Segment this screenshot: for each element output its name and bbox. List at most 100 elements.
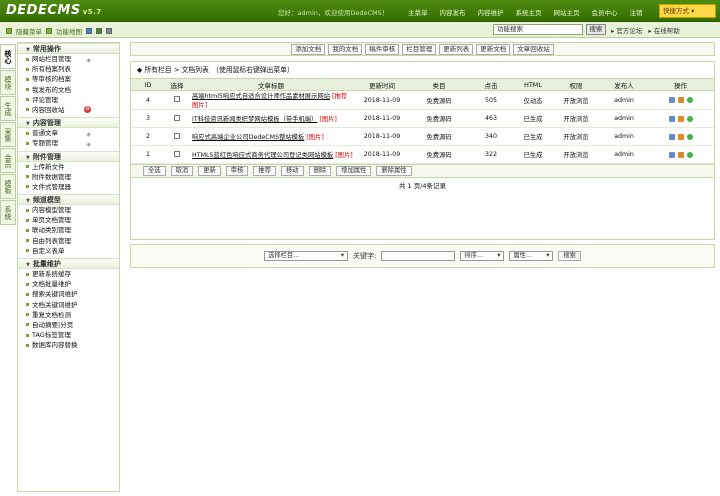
func-map-link[interactable]: 功能地图 [56, 26, 82, 36]
nav-system-home[interactable]: 系统主页 [510, 7, 548, 17]
row-checkbox[interactable] [174, 114, 180, 121]
cell-category[interactable]: 免费源码 [411, 145, 467, 164]
article-recycle-button[interactable]: 文章回收站 [513, 43, 554, 55]
edit-properties-icon[interactable] [668, 97, 675, 103]
move-button[interactable]: 移动 [280, 166, 304, 176]
nav-content-publish[interactable]: 内容发布 [434, 7, 472, 17]
hide-menu-link[interactable]: 隐藏菜单 [16, 26, 42, 36]
doc-title-link[interactable]: HTML5蓝红色响应式商务代理公司登记类网站模板 [192, 152, 333, 159]
menu-item-attach-data[interactable]: 附件数据管理 [18, 172, 119, 182]
doc-search-button[interactable]: 搜索 [558, 251, 581, 261]
menu-item-auto-summary[interactable]: 自动摘要|分页 [18, 320, 119, 330]
cell-category[interactable]: 免费源码 [411, 109, 467, 128]
edit-properties-icon[interactable] [668, 115, 675, 122]
update-docs-button[interactable]: 更新文档 [476, 43, 511, 55]
tab-members[interactable]: 会员 [0, 148, 16, 173]
official-forum-link[interactable]: ▸ 官方论坛 [611, 25, 642, 35]
menu-item-articles[interactable]: 普通文章 ◈ [18, 128, 119, 138]
section-header-batch[interactable]: ▼ 批量维护 [18, 258, 119, 269]
func-map-icon[interactable] [46, 28, 52, 34]
skin-blue-icon[interactable] [86, 28, 92, 34]
add-doc-button[interactable]: 添加文档 [291, 43, 326, 55]
cancel-select-button[interactable]: 取消 [170, 166, 194, 176]
view-icon[interactable] [686, 133, 693, 140]
tab-collect[interactable]: 采集 [0, 122, 16, 147]
menu-item-batch-docs[interactable]: 文档批量维护 [18, 279, 119, 289]
section-header-attachments[interactable]: ▼ 附件管理 [18, 150, 119, 162]
quick-menu-button[interactable]: 快捷方式 ▾ [659, 4, 716, 18]
menu-item-db-replace[interactable]: 数据库内容替换 [18, 340, 119, 350]
nav-site-home[interactable]: 网站主页 [548, 7, 586, 17]
edit-icon[interactable] [677, 97, 684, 103]
menu-item-comments[interactable]: 评论管理 [18, 95, 119, 105]
menu-item-specials[interactable]: 专题管理 ◈ [18, 138, 119, 148]
menu-item-free-lists[interactable]: 自由列表管理 [18, 236, 119, 246]
nav-content-maintain[interactable]: 内容维护 [472, 7, 510, 17]
row-checkbox[interactable] [174, 132, 180, 139]
delete-button[interactable]: 删除 [308, 166, 332, 176]
update-list-button[interactable]: 更新列表 [439, 43, 474, 55]
section-header-content[interactable]: ▼ 内容管理 [18, 117, 119, 129]
edit-properties-icon[interactable] [668, 133, 675, 140]
menu-item-tag-manager[interactable]: TAG标签管理 [18, 330, 119, 340]
menu-item-file-manager[interactable]: 文件式管理器 [18, 182, 119, 192]
add-attribute-button[interactable]: 增加属性 [336, 166, 372, 176]
menu-item-custom-forms[interactable]: 自定义表单 [18, 246, 119, 256]
row-checkbox[interactable] [174, 96, 180, 102]
edit-icon[interactable] [677, 115, 684, 122]
remove-attribute-button[interactable]: 删除属性 [376, 166, 412, 176]
row-checkbox[interactable] [174, 150, 180, 157]
review-batch-button[interactable]: 审核 [225, 166, 249, 176]
tab-system[interactable]: 系统 [0, 200, 16, 225]
menu-item-update-cache[interactable]: 更新系统缓存 [18, 269, 119, 279]
update-button[interactable]: 更新 [198, 166, 221, 176]
skin-gray-icon[interactable] [106, 28, 112, 34]
menu-item-columns[interactable]: 网站栏目管理 ◈ [18, 54, 119, 64]
recommend-button[interactable]: 推荐 [253, 166, 276, 176]
edit-icon[interactable] [677, 151, 684, 158]
edit-properties-icon[interactable] [668, 151, 675, 158]
official-forum-label[interactable]: 官方论坛 [616, 27, 642, 35]
keyword-input[interactable] [381, 251, 456, 261]
tab-templates[interactable]: 模板 [0, 174, 16, 199]
tab-modules[interactable]: 模块 [0, 70, 16, 95]
nav-main-menu[interactable]: 主菜单 [402, 7, 434, 17]
menu-item-my-docs[interactable]: 我发布的文档 [18, 85, 119, 95]
add-icon[interactable]: ◈ [86, 140, 91, 150]
menu-item-all-docs[interactable]: 所有档案列表 [18, 64, 119, 74]
recycle-icon[interactable]: ♻ [84, 105, 91, 113]
section-header-channel-models[interactable]: ▼ 频道模型 [18, 194, 119, 206]
menu-item-upload[interactable]: 上传新文件 [18, 162, 119, 172]
edit-icon[interactable] [677, 133, 684, 140]
nav-member-center[interactable]: 会员中心 [586, 7, 624, 17]
doc-title-link[interactable]: 高端html5响应式自适合设计师作品素材展示网站 [192, 93, 330, 100]
menu-item-search-keywords[interactable]: 搜索关键词维护 [18, 289, 119, 299]
select-all-button[interactable]: 全选 [143, 166, 166, 176]
menu-item-content-models[interactable]: 内容模型管理 [18, 205, 119, 215]
doc-title-link[interactable]: IT科技资讯新闻类织梦网站模板（带手机端） [192, 116, 317, 123]
online-help-label[interactable]: 在线帮助 [654, 27, 680, 35]
function-search-button[interactable]: 搜索 [586, 24, 606, 35]
function-search-input[interactable]: 功能搜索 [493, 24, 583, 35]
my-docs-button[interactable]: 我的文档 [328, 43, 363, 55]
view-icon[interactable] [686, 97, 693, 103]
menu-item-linked-categories[interactable]: 联动类别管理 [18, 225, 119, 235]
review-button[interactable]: 稿件审核 [365, 43, 400, 55]
tab-generate[interactable]: 生成 [0, 96, 16, 121]
attribute-select[interactable]: 属性... ▾ [509, 251, 554, 261]
menu-item-pending[interactable]: 等审核的档案 [18, 74, 119, 84]
menu-item-doc-keywords[interactable]: 文档关键词维护 [18, 300, 119, 310]
section-header-common[interactable]: ▼ 常用操作 [18, 43, 119, 54]
menu-item-recycle[interactable]: 内容回收站 ♻ [18, 105, 119, 115]
online-help-link[interactable]: ▸ 在线帮助 [648, 25, 679, 35]
menu-item-single-pages[interactable]: 单页文档管理 [18, 215, 119, 225]
view-icon[interactable] [686, 151, 693, 158]
menu-item-duplicate-check[interactable]: 重复文档检测 [18, 310, 119, 320]
skin-green-icon[interactable] [96, 28, 102, 34]
nav-logout[interactable]: 注销 [624, 7, 649, 17]
tab-core[interactable]: 核心 [0, 44, 16, 69]
column-manage-button[interactable]: 栏目管理 [402, 43, 437, 55]
cell-category[interactable]: 免费源码 [411, 90, 467, 110]
cell-category[interactable]: 免费源码 [411, 127, 467, 146]
view-icon[interactable] [686, 115, 693, 122]
